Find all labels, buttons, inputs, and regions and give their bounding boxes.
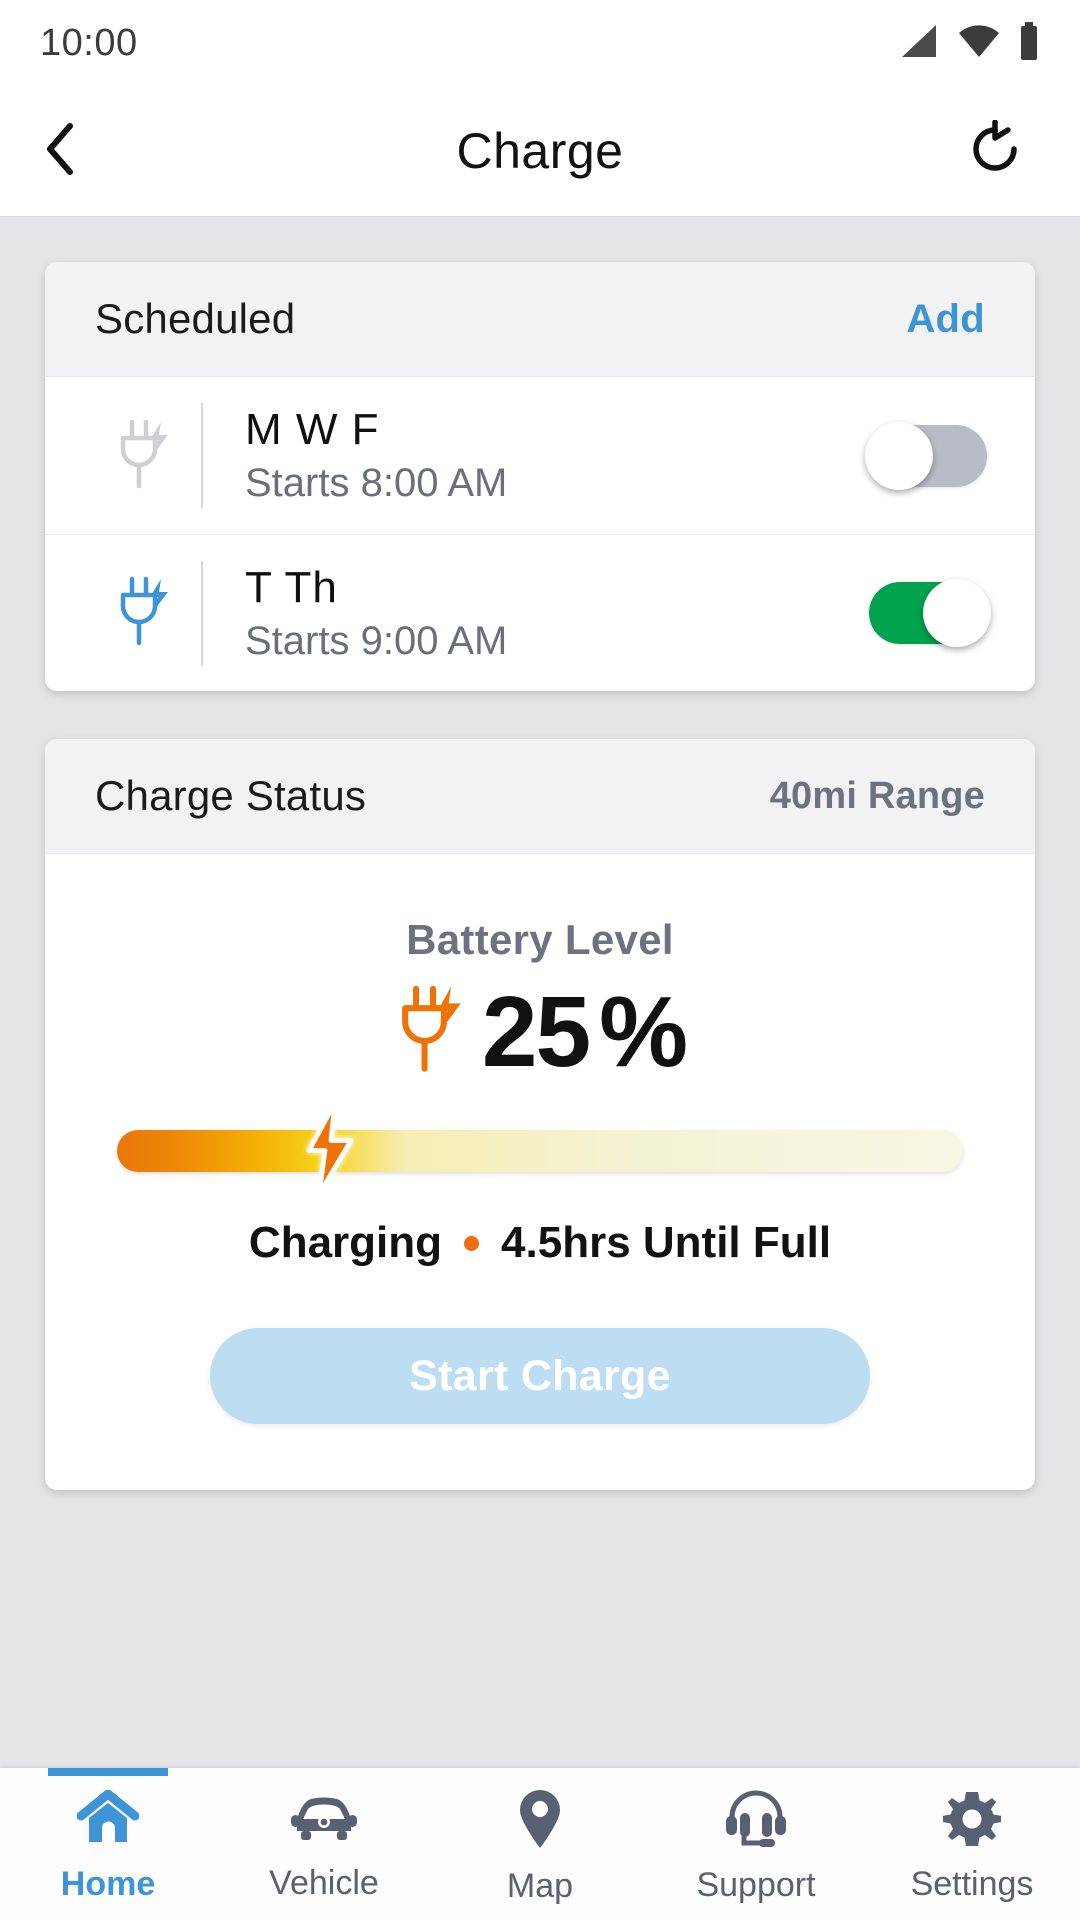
schedule-toggle[interactable] — [869, 579, 991, 647]
nav-label: Home — [60, 1865, 156, 1903]
status-icons — [900, 21, 1040, 65]
bottom-navigation: Home Vehicle Map Support Settings — [0, 1768, 1080, 1920]
plug-bolt-icon — [91, 575, 201, 651]
plug-bolt-icon — [394, 984, 472, 1081]
battery-level-value-row: 25 % — [95, 982, 985, 1082]
battery-percent-value: 25 — [481, 976, 591, 1088]
schedule-row[interactable]: M W F Starts 8:00 AM — [45, 377, 1035, 534]
scheduled-card-header: Scheduled Add — [45, 262, 1035, 377]
battery-level-label: Battery Level — [406, 916, 674, 963]
schedule-toggle[interactable] — [865, 421, 987, 490]
start-charge-button[interactable]: Start Charge — [210, 1328, 870, 1424]
phone-screen: 10:00 Charge Scheduled Add M W F Starts … — [0, 0, 1080, 1920]
refresh-history-button[interactable] — [940, 86, 1050, 216]
nav-item-support[interactable]: Support — [648, 1768, 864, 1920]
charge-state-text: Charging — [248, 1218, 443, 1267]
schedule-days: T Th — [245, 562, 338, 612]
schedule-info: M W F Starts 8:00 AM — [245, 405, 869, 506]
car-icon — [287, 1791, 361, 1852]
toggle-knob — [865, 421, 933, 490]
range-value: 40mi Range — [769, 774, 985, 817]
charge-state-line: Charging 4.5hrs Until Full — [95, 1218, 985, 1268]
nav-item-map[interactable]: Map — [432, 1768, 648, 1920]
schedule-time: Starts 9:00 AM — [245, 618, 508, 663]
page-title: Charge — [456, 123, 624, 179]
plug-bolt-icon — [91, 418, 201, 494]
charge-status-card: Charge Status 40mi Range Battery Level 2… — [45, 739, 1035, 1490]
nav-item-home[interactable]: Home — [0, 1768, 216, 1920]
add-schedule-button[interactable]: Add — [906, 297, 985, 342]
active-tab-indicator — [48, 1768, 168, 1776]
scheduled-title: Scheduled — [95, 295, 296, 342]
headset-icon — [723, 1789, 789, 1854]
nav-label: Settings — [910, 1865, 1034, 1903]
nav-item-settings[interactable]: Settings — [864, 1768, 1080, 1920]
history-refresh-icon — [966, 118, 1024, 183]
gear-icon — [942, 1790, 1002, 1853]
toggle-knob — [923, 579, 991, 647]
nav-label: Map — [506, 1867, 574, 1905]
nav-label: Support — [696, 1866, 816, 1904]
nav-item-vehicle[interactable]: Vehicle — [216, 1768, 432, 1920]
row-divider — [201, 403, 203, 508]
map-pin-icon — [516, 1788, 564, 1855]
main-content: Scheduled Add M W F Starts 8:00 AM T Th … — [0, 217, 1080, 1768]
charge-status-header: Charge Status 40mi Range — [45, 739, 1035, 854]
status-time: 10:00 — [40, 21, 138, 64]
schedule-days: M W F — [245, 405, 380, 454]
charge-status-body: Battery Level 25 % Charging 4.5hrs Until… — [45, 854, 1035, 1490]
nav-label: Vehicle — [269, 1864, 379, 1902]
row-divider — [201, 560, 203, 666]
time-remaining-text: 4.5hrs Until Full — [501, 1218, 832, 1267]
scheduled-card: Scheduled Add M W F Starts 8:00 AM T Th … — [45, 262, 1035, 691]
schedule-info: T Th Starts 9:00 AM — [245, 563, 869, 664]
signal-icon — [900, 23, 940, 64]
schedule-time: Starts 8:00 AM — [245, 461, 508, 505]
battery-percent-unit: % — [599, 976, 688, 1088]
lightning-bolt-icon — [301, 1100, 357, 1202]
home-icon — [76, 1789, 140, 1853]
app-bar: Charge — [0, 86, 1080, 217]
schedule-row[interactable]: T Th Starts 9:00 AM — [45, 534, 1035, 691]
charge-status-title: Charge Status — [95, 772, 367, 819]
status-bar: 10:00 — [0, 0, 1080, 86]
separator-dot — [464, 1235, 480, 1251]
battery-progress-bar — [117, 1100, 963, 1197]
wifi-icon — [957, 23, 1001, 64]
progress-track — [117, 1130, 963, 1172]
battery-icon — [1018, 21, 1040, 65]
